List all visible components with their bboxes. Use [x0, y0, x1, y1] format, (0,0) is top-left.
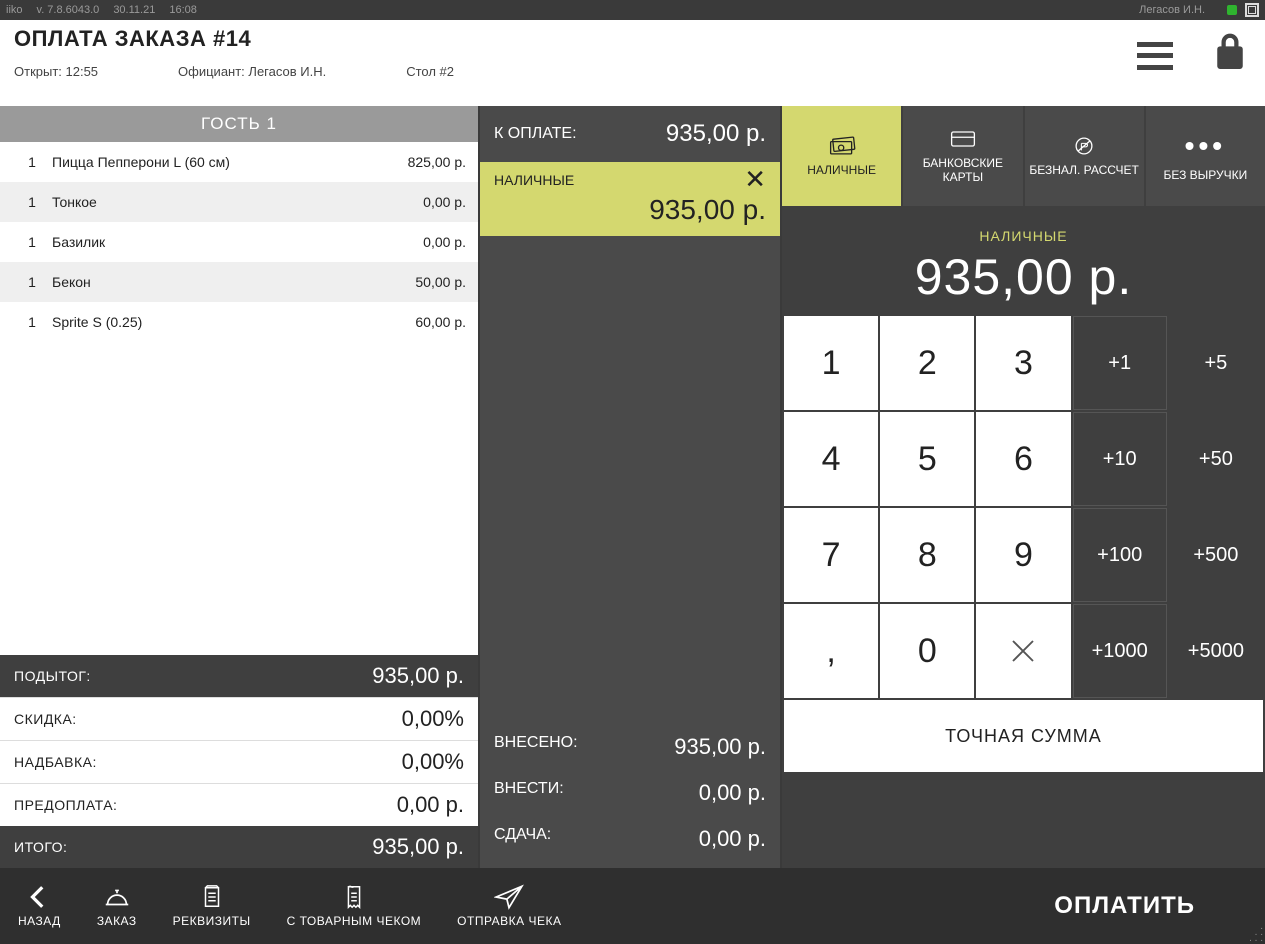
- send-check-button[interactable]: ОТПРАВКА ЧЕКА: [439, 868, 579, 944]
- send-icon: [494, 884, 524, 910]
- more-icon: •••: [1185, 130, 1226, 162]
- key-4[interactable]: 4: [784, 412, 878, 506]
- amount-due-row: К ОПЛАТЕ: 935,00 р.: [480, 106, 780, 162]
- key-9[interactable]: 9: [976, 508, 1070, 602]
- receipt-icon: [339, 884, 369, 910]
- payment-chip-amount: 935,00 р.: [480, 188, 780, 236]
- order-item-row[interactable]: 1 Бекон 50,00 р.: [0, 262, 478, 302]
- total-row: ИТОГО: 935,00 р.: [0, 826, 478, 868]
- surcharge-row[interactable]: НАДБАВКА: 0,00%: [0, 740, 478, 783]
- key-1[interactable]: 1: [784, 316, 878, 410]
- guest-header: ГОСТЬ 1: [0, 106, 478, 142]
- status-led-icon: [1227, 5, 1237, 15]
- requisites-button[interactable]: РЕКВИЗИТЫ: [155, 868, 269, 944]
- key-plus-50[interactable]: +50: [1169, 412, 1263, 506]
- order-items: 1 Пицца Пепперони L (60 см) 825,00 р. 1 …: [0, 142, 478, 655]
- tab-no-revenue[interactable]: ••• БЕЗ ВЫРУЧКИ: [1146, 106, 1265, 206]
- order-item-row[interactable]: 1 Базилик 0,00 р.: [0, 222, 478, 262]
- key-5[interactable]: 5: [880, 412, 974, 506]
- tendered-row: ВНЕСЕНО: 935,00 р.: [494, 724, 766, 770]
- document-icon: [197, 884, 227, 910]
- back-button[interactable]: НАЗАД: [0, 868, 79, 944]
- tab-noncash[interactable]: БЕЗНАЛ. РАССЧЕТ: [1025, 106, 1144, 206]
- page-title: ОПЛАТА ЗАКАЗА #14: [14, 26, 1251, 52]
- subtotal-row: ПОДЫТОГ: 935,00 р.: [0, 655, 478, 697]
- key-7[interactable]: 7: [784, 508, 878, 602]
- tab-cash[interactable]: НАЛИЧНЫЕ: [782, 106, 901, 206]
- lock-icon[interactable]: [1213, 32, 1247, 79]
- key-6[interactable]: 6: [976, 412, 1070, 506]
- cloche-icon: [102, 884, 132, 910]
- order-panel: ГОСТЬ 1 1 Пицца Пепперони L (60 см) 825,…: [0, 106, 478, 868]
- exact-amount-button[interactable]: ТОЧНАЯ СУММА: [784, 700, 1263, 772]
- key-3[interactable]: 3: [976, 316, 1070, 410]
- to-deposit-row: ВНЕСТИ: 0,00 р.: [494, 770, 766, 816]
- pay-button[interactable]: ОПЛАТИТЬ: [984, 868, 1265, 944]
- key-plus-10[interactable]: +10: [1073, 412, 1167, 506]
- current-user: Легасов И.Н.: [1139, 4, 1205, 16]
- app-version: v. 7.8.6043.0: [37, 4, 100, 16]
- prepay-row[interactable]: ПРЕДОПЛАТА: 0,00 р.: [0, 783, 478, 826]
- key-8[interactable]: 8: [880, 508, 974, 602]
- key-plus-5[interactable]: +5: [1169, 316, 1263, 410]
- page-header: ОПЛАТА ЗАКАЗА #14 Открыт: 12:55 Официант…: [0, 20, 1265, 106]
- chevron-left-icon: [24, 884, 54, 910]
- numeric-keypad: 1 2 3 +1 +5 4 5 6 +10 +50 7 8 9 +100 +50…: [784, 316, 1263, 794]
- keypad-panel: НАЛИЧНЫЕ БАНКОВСКИЕ КАРТЫ БЕЗНАЛ. РАССЧЕ…: [782, 106, 1265, 868]
- key-plus-100[interactable]: +100: [1073, 508, 1167, 602]
- key-comma[interactable]: ,: [784, 604, 878, 698]
- bottom-toolbar: НАЗАД ЗАКАЗ РЕКВИЗИТЫ С ТОВАРНЫМ ЧЕКОМ О…: [0, 868, 1265, 944]
- key-0[interactable]: 0: [880, 604, 974, 698]
- table-number: Стол #2: [406, 64, 454, 79]
- amount-display: НАЛИЧНЫЕ 935,00 р.: [782, 206, 1265, 316]
- key-2[interactable]: 2: [880, 316, 974, 410]
- key-plus-500[interactable]: +500: [1169, 508, 1263, 602]
- opened-time: Открыт: 12:55: [14, 64, 98, 79]
- totals-panel: ПОДЫТОГ: 935,00 р. СКИДКА: 0,00% НАДБАВК…: [0, 655, 478, 868]
- change-row: СДАЧА: 0,00 р.: [494, 816, 766, 862]
- order-item-row[interactable]: 1 Sprite S (0.25) 60,00 р.: [0, 302, 478, 342]
- clear-icon: [1008, 636, 1038, 666]
- key-plus-1000[interactable]: +1000: [1073, 604, 1167, 698]
- remove-payment-icon[interactable]: ✕: [744, 172, 766, 188]
- key-plus-1[interactable]: +1: [1073, 316, 1167, 410]
- order-item-row[interactable]: 1 Тонкое 0,00 р.: [0, 182, 478, 222]
- invoice-button[interactable]: С ТОВАРНЫМ ЧЕКОМ: [269, 868, 440, 944]
- payment-method-tabs: НАЛИЧНЫЕ БАНКОВСКИЕ КАРТЫ БЕЗНАЛ. РАССЧЕ…: [782, 106, 1265, 206]
- key-clear[interactable]: [976, 604, 1070, 698]
- system-time: 16:08: [169, 4, 197, 16]
- tender-panel: К ОПЛАТЕ: 935,00 р. НАЛИЧНЫЕ ✕ 935,00 р.…: [478, 106, 782, 868]
- payment-chip-label: НАЛИЧНЫЕ: [494, 172, 574, 188]
- waiter-name: Официант: Легасов И.Н.: [178, 64, 326, 79]
- app-name: iiko: [6, 4, 23, 16]
- payment-chip-cash[interactable]: НАЛИЧНЫЕ ✕ 935,00 р.: [480, 162, 780, 236]
- system-date: 30.11.21: [113, 4, 155, 16]
- system-topbar: iiko v. 7.8.6043.0 30.11.21 16:08 Легасо…: [0, 0, 1265, 20]
- maximize-icon[interactable]: [1245, 3, 1259, 17]
- order-item-row[interactable]: 1 Пицца Пепперони L (60 см) 825,00 р.: [0, 142, 478, 182]
- order-button[interactable]: ЗАКАЗ: [79, 868, 155, 944]
- tab-bank-cards[interactable]: БАНКОВСКИЕ КАРТЫ: [903, 106, 1022, 206]
- key-plus-5000[interactable]: +5000: [1169, 604, 1263, 698]
- discount-row[interactable]: СКИДКА: 0,00%: [0, 697, 478, 740]
- menu-icon[interactable]: [1137, 42, 1173, 70]
